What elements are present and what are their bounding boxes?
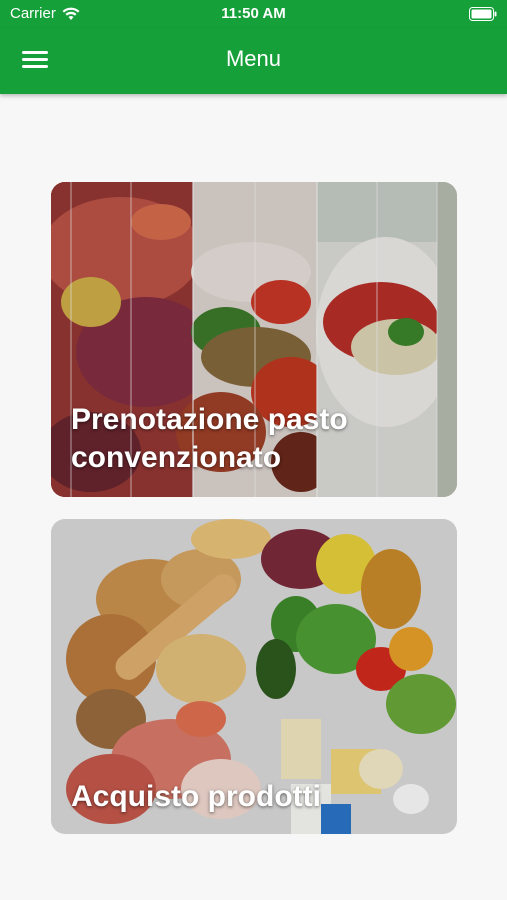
page-title: Menu [225,46,282,71]
product-purchase-label: Acquisto prodotti [71,780,321,813]
meal-booking-label: Prenotazione pasto convenzionato [71,403,348,474]
navigation-bar: Menu [0,28,507,94]
product-purchase-card[interactable]: Acquisto prodotti [51,519,457,834]
meal-booking-card[interactable]: Prenotazione pasto convenzionato [51,182,457,497]
status-bar: Carrier 11:50 AM [0,0,507,28]
status-time: 11:50 AM [221,5,286,22]
battery-icon [469,7,497,21]
